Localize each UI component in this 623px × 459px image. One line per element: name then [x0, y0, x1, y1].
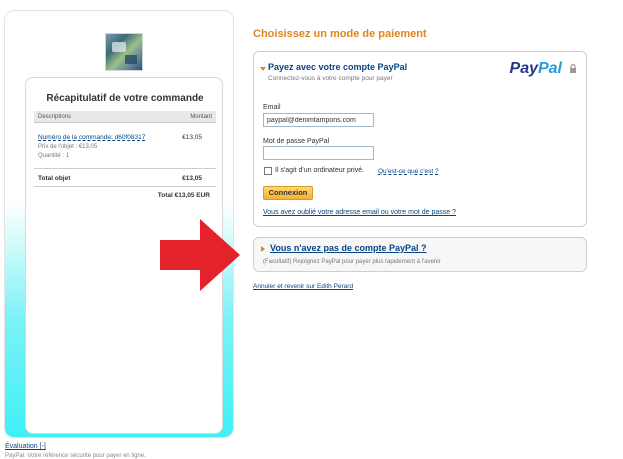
col-description: Descriptions: [38, 114, 72, 120]
divider: [34, 168, 216, 169]
private-computer-checkbox[interactable]: [264, 167, 272, 175]
red-arrow-icon: [160, 219, 240, 291]
no-account-box[interactable]: Vous n'avez pas de compte PayPal ? (Facu…: [253, 237, 587, 272]
footer-note: PayPal. Votre référence sécurité pour pa…: [5, 453, 146, 459]
no-account-subtitle: (Facultatif) Rejoignez PayPal pour payer…: [263, 259, 441, 265]
item-amount: €13,05: [182, 134, 202, 141]
password-label: Mot de passe PayPal: [263, 138, 330, 145]
col-amount: Montant: [190, 114, 212, 120]
divider: [34, 186, 216, 187]
total-label: Total objet: [38, 175, 71, 182]
connect-button[interactable]: Connexion: [263, 186, 313, 200]
summary-title: Récapitulatif de votre commande: [46, 93, 204, 104]
cancel-return-link[interactable]: Annuler et revenir sur Edith Perard: [253, 283, 353, 290]
lock-icon: [570, 64, 576, 73]
payment-method-heading: Choisissez un mode de paiement: [253, 28, 427, 40]
paypal-logo-pal: Pal: [537, 60, 562, 77]
forgot-credentials-link[interactable]: Vous avez oublié votre adresse email ou …: [263, 209, 456, 216]
summary-table-header: Descriptions Montant: [34, 111, 216, 123]
paypal-login-box: Payez avec votre compte PayPal Connectez…: [253, 51, 587, 227]
no-account-link[interactable]: Vous n'avez pas de compte PayPal ?: [270, 243, 427, 253]
expand-arrow-icon: [260, 67, 266, 71]
grand-total: Total €13,05 EUR: [157, 192, 210, 199]
total-amount: €13,05: [182, 175, 202, 182]
whatis-link[interactable]: Qu'est-ce que c'est ?: [378, 168, 439, 175]
paypal-logo: PayPal: [510, 60, 562, 78]
private-computer-label: Il s'agit d'un ordinateur privé.: [275, 167, 365, 174]
item-quantity: Quantité : 1: [38, 153, 70, 159]
email-field[interactable]: [263, 113, 374, 127]
password-field[interactable]: [263, 146, 374, 160]
login-subtitle: Connectez-vous à votre compte pour payer: [268, 75, 393, 82]
login-title: Payez avec votre compte PayPal: [268, 62, 408, 72]
evaluation-link[interactable]: Évaluation [-]: [5, 443, 46, 450]
item-price: Prix de l'objet : €13,05: [38, 144, 98, 150]
email-label: Email: [263, 104, 281, 111]
order-number-link[interactable]: Numéro de la commande: d60f08317: [38, 134, 145, 141]
merchant-logo: [105, 33, 143, 71]
paypal-logo-pay: Pay: [509, 60, 538, 77]
collapsed-arrow-icon: [261, 246, 265, 252]
